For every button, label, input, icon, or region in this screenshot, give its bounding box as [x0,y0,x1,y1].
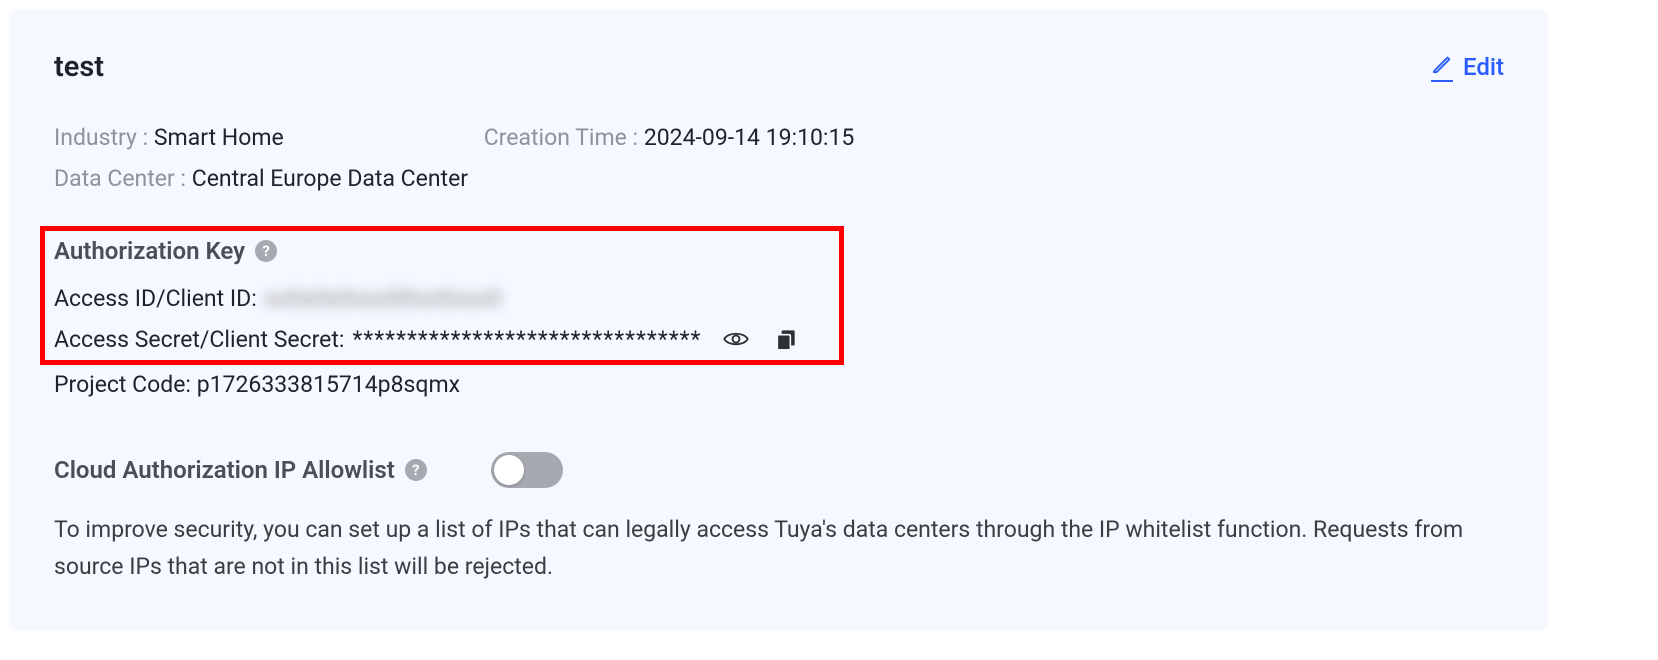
industry-value: Smart Home [154,124,284,151]
industry-field: Industry : Smart Home [54,124,284,151]
project-info-panel: test Edit Industry : Smart Home Creation… [10,10,1548,630]
project-code-value: p1726333815714p8sqmx [197,371,460,398]
project-code-row: Project Code: p1726333815714p8sqmx [54,371,1504,398]
help-icon[interactable]: ? [405,459,427,481]
access-id-row: Access ID/Client ID: xx0x0x0xxx00xx0xxx0 [54,285,830,312]
edit-label: Edit [1463,53,1504,81]
edit-button[interactable]: Edit [1431,52,1504,82]
project-title: test [54,50,104,84]
ip-allowlist-section: Cloud Authorization IP Allowlist ? To im… [54,452,1504,586]
creation-time-label: Creation Time : [484,124,644,151]
authorization-key-header: Authorization Key ? [54,237,830,265]
ip-allowlist-title: Cloud Authorization IP Allowlist [54,456,395,484]
header-row: test Edit [54,50,1504,84]
data-center-label: Data Center : [54,165,192,192]
project-code-label: Project Code: [54,371,197,398]
data-center-value: Central Europe Data Center [192,165,468,192]
access-secret-label: Access Secret/Client Secret: [54,326,344,353]
creation-time-value: 2024-09-14 19:10:15 [644,124,855,151]
authorization-key-title: Authorization Key [54,237,245,265]
help-icon[interactable]: ? [255,240,277,262]
ip-allowlist-description: To improve security, you can set up a li… [54,512,1474,586]
access-secret-row: Access Secret/Client Secret: ***********… [54,324,830,354]
edit-icon [1431,52,1453,82]
ip-allowlist-header: Cloud Authorization IP Allowlist ? [54,452,1504,488]
access-secret-value: ******************************** [352,326,701,353]
access-id-value: xx0x0x0xxx00xx0xxx0 [265,285,502,312]
meta-row-1: Industry : Smart Home Creation Time : 20… [54,124,1504,151]
data-center-field: Data Center : Central Europe Data Center [54,165,1504,192]
reveal-secret-button[interactable] [721,324,751,354]
ip-allowlist-toggle[interactable] [491,452,563,488]
industry-label: Industry : [54,124,154,151]
creation-time-field: Creation Time : 2024-09-14 19:10:15 [484,124,855,151]
authorization-key-highlight-box: Authorization Key ? Access ID/Client ID:… [40,226,844,365]
access-id-label: Access ID/Client ID: [54,285,257,312]
toggle-knob [494,455,524,485]
copy-secret-button[interactable] [771,324,801,354]
